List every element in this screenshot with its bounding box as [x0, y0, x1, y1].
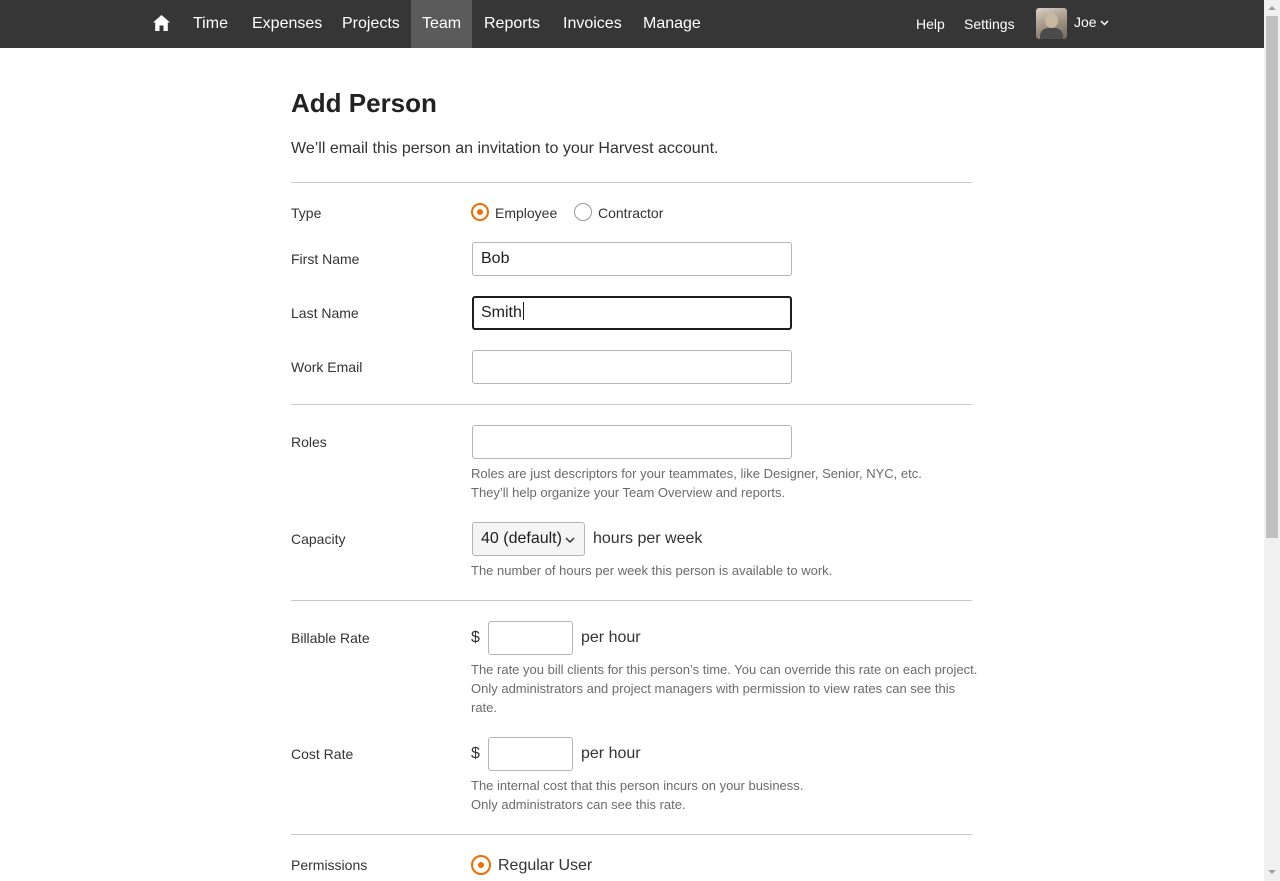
- work-email-label: Work Email: [291, 359, 363, 375]
- billable-rate-currency: $: [471, 629, 480, 646]
- chevron-down-icon: [565, 537, 575, 544]
- top-navigation: Time Expenses Projects Team Reports Invo…: [0, 0, 1264, 48]
- last-name-input[interactable]: Smith: [472, 296, 792, 330]
- roles-hint-line: They’ll help organize your Team Overview…: [471, 485, 786, 500]
- billable-rate-suffix: per hour: [581, 629, 641, 646]
- avatar[interactable]: [1036, 8, 1067, 39]
- divider: [291, 182, 972, 183]
- scroll-up-arrow-icon[interactable]: [1268, 4, 1276, 12]
- roles-label: Roles: [291, 434, 327, 450]
- page-subtitle: We’ll email this person an invitation to…: [291, 140, 719, 157]
- avatar-face: [1045, 13, 1058, 28]
- capacity-hint: The number of hours per week this person…: [471, 563, 833, 578]
- chevron-down-icon[interactable]: [1100, 18, 1109, 27]
- type-contractor-radio[interactable]: [574, 203, 592, 221]
- text-cursor: [522, 302, 524, 320]
- billable-rate-input[interactable]: [488, 621, 573, 655]
- work-email-input[interactable]: [472, 350, 792, 384]
- roles-input[interactable]: [472, 425, 792, 459]
- nav-projects[interactable]: Projects: [342, 0, 400, 48]
- capacity-suffix: hours per week: [593, 530, 703, 547]
- type-employee-radio[interactable]: [471, 203, 489, 221]
- scrollbar-thumb[interactable]: [1266, 16, 1278, 538]
- divider: [291, 600, 972, 601]
- type-label: Type: [291, 205, 322, 221]
- billable-rate-label: Billable Rate: [291, 630, 370, 646]
- roles-hint-line: Roles are just descriptors for your team…: [471, 466, 922, 481]
- cost-rate-label: Cost Rate: [291, 746, 354, 762]
- nav-time[interactable]: Time: [193, 0, 228, 48]
- last-name-label: Last Name: [291, 305, 359, 321]
- billable-rate-hint-line: The rate you bill clients for this perso…: [471, 662, 978, 677]
- nav-manage[interactable]: Manage: [643, 0, 701, 48]
- type-employee-label[interactable]: Employee: [495, 205, 557, 221]
- nav-reports[interactable]: Reports: [484, 0, 540, 48]
- roles-hint: Roles are just descriptors for your team…: [471, 464, 922, 502]
- cost-rate-hint-line: The internal cost that this person incur…: [471, 778, 804, 793]
- type-contractor-label[interactable]: Contractor: [598, 205, 663, 221]
- divider: [291, 834, 972, 835]
- billable-rate-hint-line: Only administrators and project managers…: [471, 681, 956, 696]
- nav-team[interactable]: Team: [411, 0, 472, 48]
- cost-rate-hint-line: Only administrators can see this rate.: [471, 797, 686, 812]
- cost-rate-suffix: per hour: [581, 745, 641, 762]
- cost-rate-currency: $: [471, 745, 480, 762]
- capacity-select-value: 40 (default): [481, 530, 562, 547]
- divider: [291, 404, 972, 405]
- first-name-label: First Name: [291, 251, 360, 267]
- billable-rate-hint-line: rate.: [471, 700, 498, 715]
- scroll-down-arrow-icon[interactable]: [1268, 868, 1276, 876]
- cost-rate-hint: The internal cost that this person incur…: [471, 776, 803, 814]
- nav-help[interactable]: Help: [916, 0, 945, 48]
- nav-expenses[interactable]: Expenses: [252, 0, 322, 48]
- permission-regular-user-radio[interactable]: [471, 855, 491, 875]
- permissions-label: Permissions: [291, 857, 368, 873]
- permission-regular-user-label[interactable]: Regular User: [498, 857, 592, 875]
- last-name-value: Smith: [481, 304, 522, 321]
- nav-invoices[interactable]: Invoices: [563, 0, 622, 48]
- home-icon[interactable]: [153, 15, 170, 31]
- first-name-input[interactable]: [472, 242, 792, 276]
- capacity-label: Capacity: [291, 531, 346, 547]
- user-menu-name[interactable]: Joe: [1074, 0, 1097, 46]
- cost-rate-input[interactable]: [488, 737, 573, 771]
- capacity-select[interactable]: 40 (default): [472, 522, 585, 556]
- nav-settings[interactable]: Settings: [964, 0, 1015, 48]
- avatar-body: [1040, 28, 1063, 39]
- billable-rate-hint: The rate you bill clients for this perso…: [471, 660, 977, 717]
- page-title: Add Person: [291, 88, 437, 118]
